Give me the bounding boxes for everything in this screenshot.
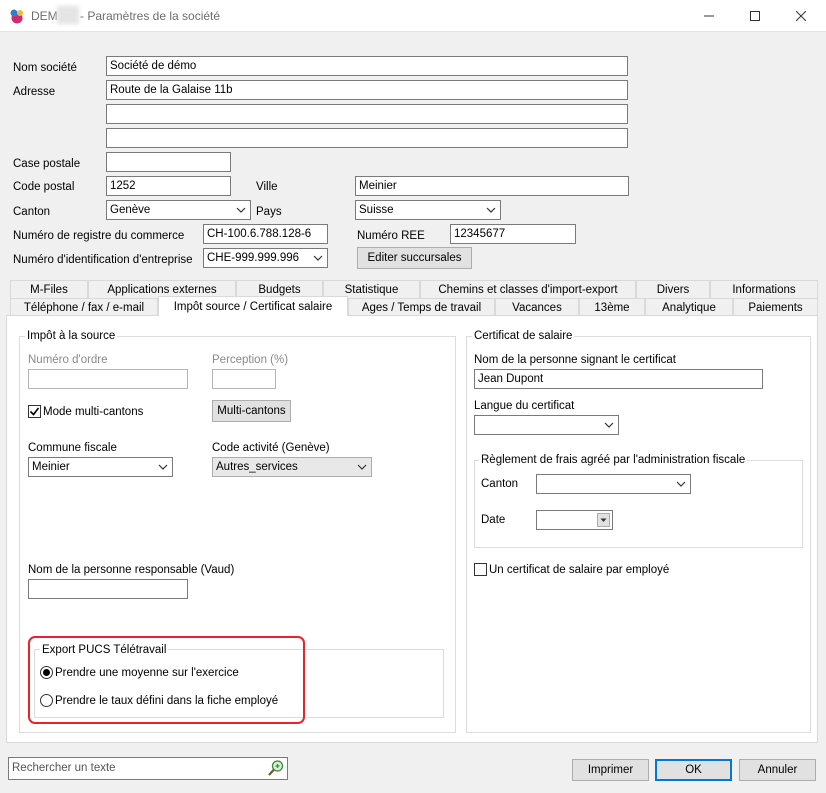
canton-select-value: Genève: [110, 204, 151, 216]
checkmark-icon: [29, 407, 40, 416]
tab-ages-temps[interactable]: Ages / Temps de travail: [348, 298, 495, 316]
address-line3-field[interactable]: [106, 128, 628, 148]
order-number-label: Numéro d'ordre: [28, 354, 108, 366]
print-button[interactable]: Imprimer: [572, 759, 649, 781]
city-field[interactable]: Meinier: [355, 176, 629, 196]
chevron-down-icon: [676, 481, 686, 487]
tab-vacances[interactable]: Vacances: [495, 298, 579, 316]
window-title: - Paramètres de la société: [80, 9, 221, 23]
activity-code-select[interactable]: Autres_services: [212, 457, 372, 477]
certificate-group-title: Certificat de salaire: [472, 329, 575, 343]
ide-label: Numéro d'identification d'entreprise: [13, 254, 193, 266]
minimize-icon: [704, 15, 714, 16]
rules-date-label: Date: [481, 514, 506, 526]
tab-analytique[interactable]: Analytique: [645, 298, 733, 316]
signer-label: Nom de la personne signant le certificat: [474, 354, 676, 366]
tab-m-files[interactable]: M-Files: [10, 280, 88, 298]
company-name-field[interactable]: Société de démo: [106, 56, 628, 76]
tab-telephone[interactable]: Téléphone / fax / e-mail: [10, 298, 158, 316]
search-input[interactable]: Rechercher un texte: [8, 757, 288, 780]
company-name-label: Nom société: [13, 62, 77, 74]
one-per-employee-label: Un certificat de salaire par employé: [489, 564, 670, 576]
multi-canton-checkbox[interactable]: [28, 405, 41, 418]
dropdown-arrow-icon: [600, 518, 607, 522]
multi-canton-label: Mode multi-cantons: [43, 406, 144, 418]
chevron-down-icon: [313, 255, 323, 261]
maximize-button[interactable]: [732, 0, 778, 31]
zip-field[interactable]: 1252: [106, 176, 231, 196]
tab-chemins-classes[interactable]: Chemins et classes d'import-export: [420, 280, 636, 298]
register-field[interactable]: CH-100.6.788.128-6: [203, 224, 328, 244]
commune-select-value: Meinier: [32, 461, 70, 473]
tab-informations[interactable]: Informations: [710, 280, 818, 298]
rules-canton-select[interactable]: [536, 474, 691, 494]
language-select[interactable]: [474, 415, 619, 435]
address-line1-field[interactable]: Route de la Galaise 11b: [106, 80, 628, 100]
ree-label: Numéro REE: [357, 230, 425, 242]
order-number-field[interactable]: [28, 369, 188, 389]
title-bar[interactable]: DEM - Paramètres de la société: [0, 0, 826, 32]
register-label: Numéro de registre du commerce: [13, 230, 185, 242]
address-label: Adresse: [13, 86, 56, 98]
minimize-button[interactable]: [686, 0, 732, 31]
zip-label: Code postal: [13, 181, 75, 193]
tab-impot-source[interactable]: Impôt source / Certificat salaire: [158, 296, 348, 316]
activity-code-select-value: Autres_services: [216, 461, 298, 473]
responsible-field[interactable]: [28, 579, 188, 599]
language-label: Langue du certificat: [474, 400, 575, 412]
ide-select-value: CHE-999.999.996: [207, 252, 300, 264]
signer-field[interactable]: Jean Dupont: [474, 369, 763, 389]
highlight-box: [28, 636, 305, 724]
activity-code-label: Code activité (Genève): [212, 442, 330, 454]
multi-canton-button[interactable]: Multi-cantons: [212, 400, 291, 422]
address-line2-field[interactable]: [106, 104, 628, 124]
commune-select[interactable]: Meinier: [28, 457, 173, 477]
country-label: Pays: [256, 206, 282, 218]
canton-label: Canton: [13, 206, 51, 218]
tab-paiements[interactable]: Paiements: [733, 298, 818, 316]
edit-branches-button[interactable]: Editer succursales: [357, 247, 472, 269]
city-label: Ville: [256, 181, 278, 193]
close-button[interactable]: [778, 0, 824, 31]
tab-divers[interactable]: Divers: [636, 280, 710, 298]
tab-13eme[interactable]: 13ème: [579, 298, 645, 316]
perception-label: Perception (%): [212, 354, 289, 366]
ok-button[interactable]: OK: [655, 759, 732, 781]
maximize-icon: [750, 10, 760, 21]
rules-canton-label: Canton: [481, 478, 519, 490]
country-select[interactable]: Suisse: [355, 200, 501, 220]
search-icon[interactable]: [267, 759, 285, 777]
rules-date-value: . .: [546, 528, 563, 529]
window-title-prefix: DEM: [31, 9, 58, 23]
rules-date-field[interactable]: . .: [536, 510, 613, 530]
search-placeholder: Rechercher un texte: [12, 762, 116, 774]
close-icon: [796, 10, 806, 21]
app-logo-icon: [10, 9, 23, 24]
one-per-employee-checkbox[interactable]: [474, 563, 487, 576]
chevron-down-icon: [236, 207, 246, 213]
chevron-down-icon: [158, 464, 168, 470]
rules-group-title: Règlement de frais agréé par l'administr…: [479, 453, 748, 467]
chevron-down-icon: [357, 464, 367, 470]
chevron-down-icon: [486, 207, 496, 213]
country-select-value: Suisse: [359, 204, 394, 216]
cancel-button[interactable]: Annuler: [739, 759, 816, 781]
redacted-title-part: [57, 6, 79, 24]
pobox-field[interactable]: [106, 152, 231, 172]
date-picker-button[interactable]: [597, 513, 610, 527]
commune-label: Commune fiscale: [28, 442, 117, 454]
source-tax-group-title: Impôt à la source: [25, 329, 118, 343]
perception-field[interactable]: [212, 369, 276, 389]
responsible-label: Nom de la personne responsable (Vaud): [28, 564, 235, 576]
canton-select[interactable]: Genève: [106, 200, 251, 220]
pobox-label: Case postale: [13, 158, 81, 170]
chevron-down-icon: [604, 422, 614, 428]
ree-field[interactable]: 12345677: [450, 224, 576, 244]
ide-select[interactable]: CHE-999.999.996: [203, 248, 328, 268]
